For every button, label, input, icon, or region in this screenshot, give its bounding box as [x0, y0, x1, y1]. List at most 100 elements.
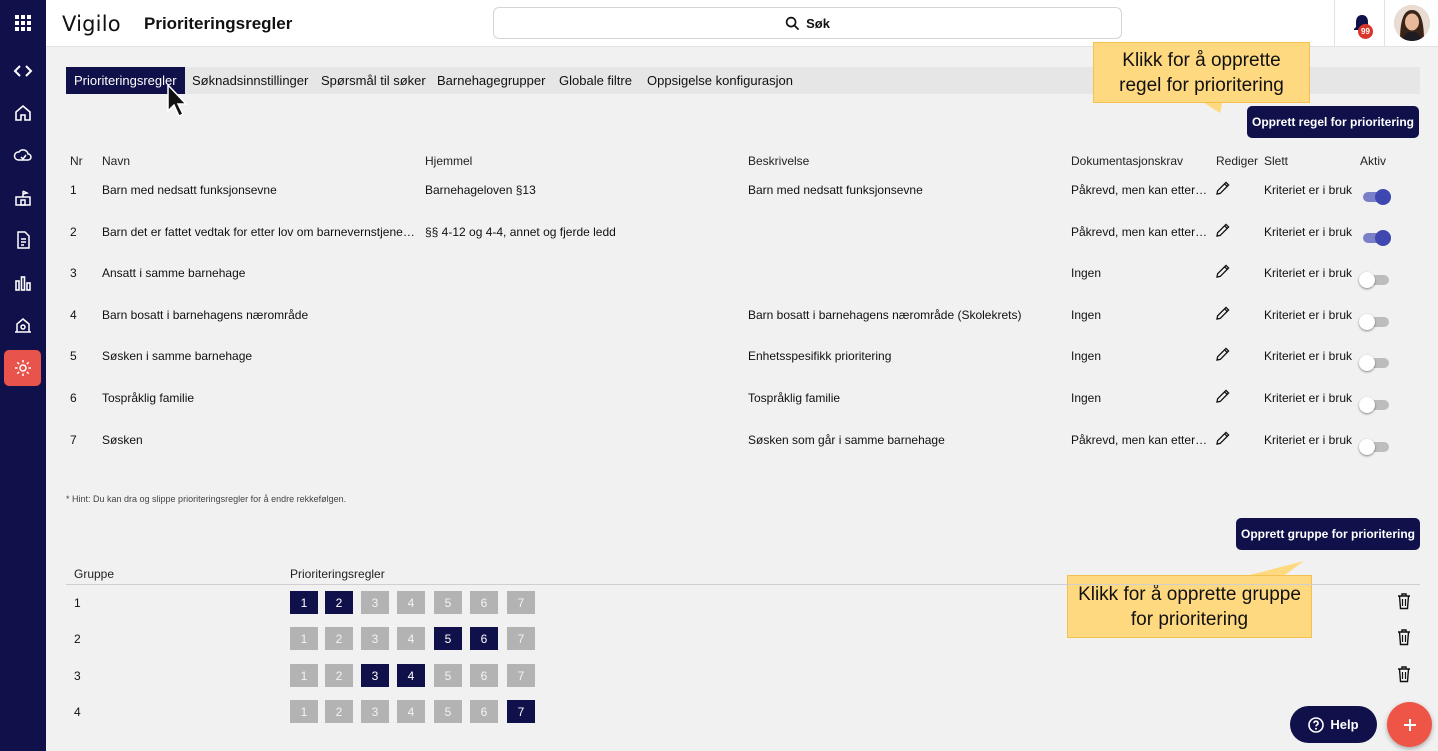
active-toggle[interactable] — [1359, 272, 1389, 288]
help-button[interactable]: Help — [1290, 706, 1377, 743]
tab-barnehagegrupper[interactable]: Barnehagegrupper — [429, 67, 553, 94]
create-group-button[interactable]: Opprett gruppe for prioritering — [1236, 518, 1420, 550]
rule-chip[interactable]: 3 — [361, 664, 389, 687]
plus-icon — [1403, 718, 1416, 731]
rule-chip[interactable]: 4 — [397, 627, 425, 650]
expand-code-icon[interactable] — [4, 53, 41, 89]
rule-delete-status: Kriteriet er i bruk — [1264, 349, 1353, 363]
rule-chip[interactable]: 4 — [397, 664, 425, 687]
rule-documentation: Ingen — [1071, 391, 1102, 405]
rule-chip[interactable]: 5 — [434, 591, 462, 614]
rule-chip[interactable]: 7 — [507, 664, 535, 687]
trash-icon[interactable] — [1396, 592, 1412, 610]
rule-chip[interactable]: 3 — [361, 591, 389, 614]
mouse-cursor-icon — [167, 83, 188, 118]
rule-chip[interactable]: 6 — [470, 700, 498, 723]
rule-chip[interactable]: 1 — [290, 664, 318, 687]
rule-documentation: Ingen — [1071, 266, 1102, 280]
search-input[interactable]: Søk — [493, 7, 1122, 39]
rule-delete-status: Kriteriet er i bruk — [1264, 225, 1353, 239]
col-header-hjemmel: Hjemmel — [425, 154, 473, 168]
trash-icon[interactable] — [1396, 628, 1412, 646]
help-label: Help — [1330, 717, 1359, 732]
rule-chip[interactable]: 7 — [507, 700, 535, 723]
rule-chip[interactable]: 3 — [361, 627, 389, 650]
col-header-gruppe: Gruppe — [74, 567, 115, 581]
edit-pencil-icon[interactable] — [1215, 346, 1231, 362]
rule-chip[interactable]: 2 — [325, 664, 353, 687]
tab-globale-filtre[interactable]: Globale filtre — [551, 67, 640, 94]
rule-name: Ansatt i samme barnehage — [102, 266, 246, 280]
drag-drop-hint: * Hint: Du kan dra og slippe prioriterin… — [66, 494, 347, 504]
tab-oppsigelse-konfigurasjon[interactable]: Oppsigelse konfigurasjon — [639, 67, 801, 94]
home-icon[interactable] — [4, 95, 41, 131]
col-header-rediger: Rediger — [1216, 154, 1259, 168]
rule-chip[interactable]: 4 — [397, 700, 425, 723]
create-rule-button[interactable]: Opprett regel for prioritering — [1247, 106, 1419, 138]
rule-documentation: Påkrevd, men kan etterse... — [1071, 183, 1209, 197]
rule-chip[interactable]: 6 — [470, 664, 498, 687]
edit-pencil-icon[interactable] — [1215, 430, 1231, 446]
rule-chip[interactable]: 5 — [434, 627, 462, 650]
rule-documentation: Påkrevd, men kan etterse... — [1071, 433, 1209, 447]
top-bar: Vigilo Prioriteringsregler Søk 99 — [46, 0, 1438, 47]
rule-hjemmel: §§ 4-12 og 4-4, annet og fjerde ledd — [425, 225, 616, 239]
rule-chip[interactable]: 6 — [470, 627, 498, 650]
kindergarten-icon[interactable] — [4, 180, 41, 216]
col-header-dokumentasjonskrav: Dokumentasjonskrav — [1071, 154, 1184, 168]
active-toggle[interactable] — [1361, 230, 1391, 246]
edit-pencil-icon[interactable] — [1215, 305, 1231, 321]
active-toggle[interactable] — [1359, 397, 1389, 413]
rule-chip[interactable]: 3 — [361, 700, 389, 723]
rule-chip[interactable]: 1 — [290, 627, 318, 650]
bar-chart-icon[interactable] — [4, 265, 41, 301]
rule-chip[interactable]: 6 — [470, 591, 498, 614]
group-number: 1 — [74, 596, 81, 610]
settings-gear-icon[interactable] — [4, 350, 41, 386]
trash-icon[interactable] — [1396, 665, 1412, 683]
edit-pencil-icon[interactable] — [1215, 388, 1231, 404]
document-icon[interactable] — [4, 222, 41, 258]
rule-chip[interactable]: 2 — [325, 591, 353, 614]
rule-chip[interactable]: 1 — [290, 591, 318, 614]
active-toggle[interactable] — [1361, 189, 1391, 205]
col-header-beskrivelse: Beskrivelse — [748, 154, 810, 168]
rule-description: Barn med nedsatt funksjonsevne — [748, 183, 923, 197]
rule-chip[interactable]: 5 — [434, 664, 462, 687]
rule-delete-status: Kriteriet er i bruk — [1264, 183, 1353, 197]
avatar[interactable] — [1394, 5, 1430, 41]
active-toggle[interactable] — [1359, 314, 1389, 330]
rule-chip[interactable]: 2 — [325, 627, 353, 650]
brand-logo[interactable]: Vigilo — [62, 12, 121, 36]
rule-chip[interactable]: 4 — [397, 591, 425, 614]
rule-chip[interactable]: 7 — [507, 591, 535, 614]
rule-hjemmel: Barnehageloven §13 — [425, 183, 536, 197]
active-toggle[interactable] — [1359, 355, 1389, 371]
col-header-prioriteringsregler: Prioriteringsregler — [290, 567, 385, 581]
tab-soknadsinnstillinger[interactable]: Søknadsinnstillinger — [184, 67, 316, 94]
rule-name: Tospråklig familie — [102, 391, 195, 405]
add-fab-button[interactable] — [1387, 702, 1432, 747]
rule-chip[interactable]: 1 — [290, 700, 318, 723]
edit-pencil-icon[interactable] — [1215, 222, 1231, 238]
callout-create-rule: Klikk for å opprette regel for prioriter… — [1093, 42, 1310, 103]
rule-chip[interactable]: 2 — [325, 700, 353, 723]
edit-pencil-icon[interactable] — [1215, 263, 1231, 279]
rule-description: Barn bosatt i barnehagens nærområde (Sko… — [748, 308, 1022, 322]
search-label: Søk — [806, 15, 830, 31]
rule-chip[interactable]: 7 — [507, 627, 535, 650]
building-admin-icon[interactable] — [4, 307, 41, 343]
rule-chip[interactable]: 5 — [434, 700, 462, 723]
group-number: 3 — [74, 669, 81, 683]
rule-nr: 5 — [70, 349, 77, 363]
left-nav-rail — [0, 0, 46, 751]
rule-name: Søsken i samme barnehage — [102, 349, 253, 363]
cloud-sync-icon[interactable] — [4, 138, 41, 174]
group-number: 4 — [74, 705, 81, 719]
edit-pencil-icon[interactable] — [1215, 180, 1231, 196]
tab-sporsmal-til-soker[interactable]: Spørsmål til søker — [313, 67, 434, 94]
search-icon — [785, 16, 800, 30]
active-toggle[interactable] — [1359, 439, 1389, 455]
apps-grid-icon[interactable] — [4, 5, 41, 41]
rule-delete-status: Kriteriet er i bruk — [1264, 391, 1353, 405]
